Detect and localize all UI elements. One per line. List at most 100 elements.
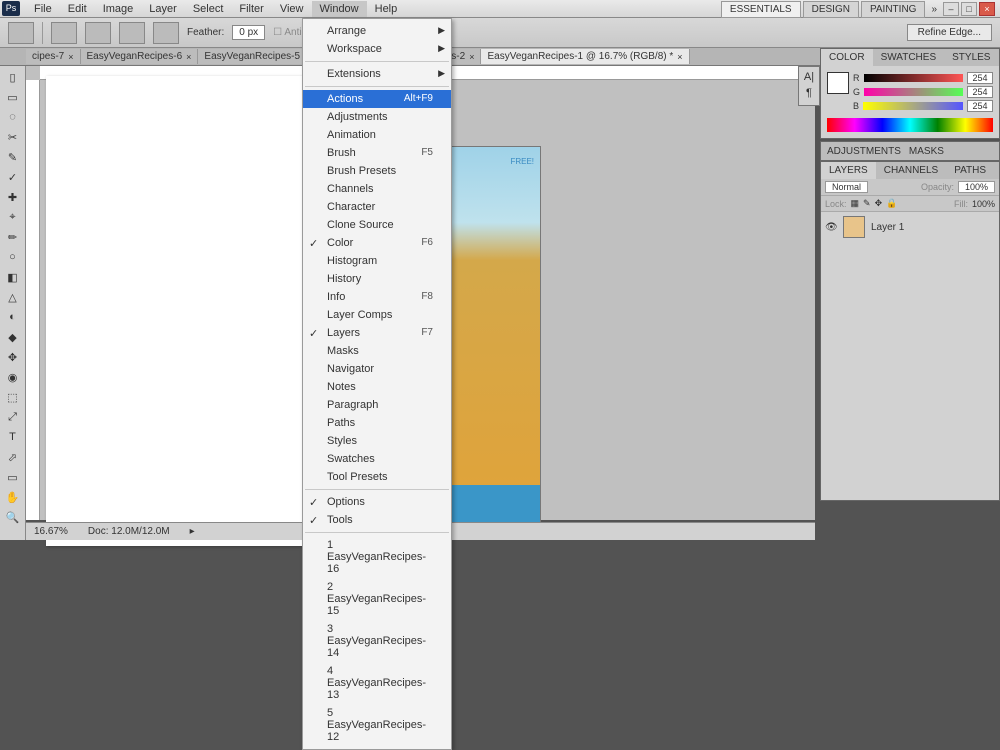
window-minimize-icon[interactable]: – xyxy=(943,2,959,16)
tool-19[interactable]: ⬀ xyxy=(3,448,23,466)
menuitem-navigator[interactable]: Navigator xyxy=(303,360,451,378)
menuitem-brush[interactable]: BrushF5 xyxy=(303,144,451,162)
menu-edit[interactable]: Edit xyxy=(60,1,95,17)
tool-12[interactable]: ◐ xyxy=(3,308,23,326)
menuitem-adjustments[interactable]: Adjustments xyxy=(303,108,451,126)
tool-3[interactable]: ✂ xyxy=(3,128,23,146)
menuitem-swatches[interactable]: Swatches xyxy=(303,450,451,468)
menuitem-character[interactable]: Character xyxy=(303,198,451,216)
tab-color[interactable]: COLOR xyxy=(821,49,873,66)
menuitem-options[interactable]: ✓Options xyxy=(303,493,451,511)
tool-1[interactable]: ▭ xyxy=(3,88,23,106)
menuitem-5-easyveganrecipes-12[interactable]: 5 EasyVeganRecipes-12 xyxy=(303,704,451,746)
visibility-icon[interactable]: 👁 xyxy=(825,222,837,233)
document-preview[interactable]: FREE! xyxy=(446,146,541,526)
lock-pixels-icon[interactable]: ✎ xyxy=(863,198,871,209)
current-tool-icon[interactable] xyxy=(8,22,34,44)
opacity-input[interactable]: 100% xyxy=(958,181,995,193)
status-more-icon[interactable]: ▸ xyxy=(190,526,195,537)
menuitem-2-easyveganrecipes-15[interactable]: 2 EasyVeganRecipes-15 xyxy=(303,578,451,620)
menuitem-histogram[interactable]: Histogram xyxy=(303,252,451,270)
menuitem-info[interactable]: InfoF8 xyxy=(303,288,451,306)
tool-6[interactable]: ✚ xyxy=(3,188,23,206)
tool-2[interactable]: ◌ xyxy=(3,108,23,126)
tool-7[interactable]: ⌖ xyxy=(3,208,23,226)
tool-16[interactable]: ⬚ xyxy=(3,388,23,406)
menu-view[interactable]: View xyxy=(272,1,312,17)
close-icon[interactable]: × xyxy=(68,52,73,62)
lock-position-icon[interactable]: ✥ xyxy=(875,198,883,209)
menuitem-workspace[interactable]: Workspace▶ xyxy=(303,40,451,58)
tool-21[interactable]: ✋ xyxy=(3,488,23,506)
marquee-add-icon[interactable] xyxy=(85,22,111,44)
tool-13[interactable]: ◆ xyxy=(3,328,23,346)
tool-11[interactable]: △ xyxy=(3,288,23,306)
menuitem-layers[interactable]: ✓LayersF7 xyxy=(303,324,451,342)
menuitem-layer-comps[interactable]: Layer Comps xyxy=(303,306,451,324)
lock-all-icon[interactable]: 🔒 xyxy=(886,198,897,209)
refine-edge-button[interactable]: Refine Edge... xyxy=(907,24,992,41)
tool-10[interactable]: ◧ xyxy=(3,268,23,286)
menuitem-3-easyveganrecipes-14[interactable]: 3 EasyVeganRecipes-14 xyxy=(303,620,451,662)
workspace-design[interactable]: DESIGN xyxy=(803,1,859,18)
menuitem-channels[interactable]: Channels xyxy=(303,180,451,198)
marquee-rect-icon[interactable] xyxy=(51,22,77,44)
paragraph-panel-icon[interactable]: ¶ xyxy=(806,87,812,99)
r-value[interactable]: 254 xyxy=(967,72,993,84)
tab-swatches[interactable]: SWATCHES xyxy=(873,49,945,66)
menu-layer[interactable]: Layer xyxy=(141,1,185,17)
close-icon[interactable]: × xyxy=(186,52,191,62)
r-slider[interactable] xyxy=(864,74,964,82)
menuitem-arrange[interactable]: Arrange▶ xyxy=(303,22,451,40)
tab-channels[interactable]: CHANNELS xyxy=(876,162,946,179)
menuitem-tool-presets[interactable]: Tool Presets xyxy=(303,468,451,486)
doc-tab[interactable]: EasyVeganRecipes-5× xyxy=(198,49,316,64)
window-close-icon[interactable]: × xyxy=(979,2,995,16)
artboard[interactable] xyxy=(46,76,316,546)
feather-input[interactable]: 0 px xyxy=(232,25,265,40)
menuitem-tools[interactable]: ✓Tools xyxy=(303,511,451,529)
tab-masks[interactable]: MASKS xyxy=(909,146,944,157)
workspace-more-icon[interactable]: » xyxy=(927,2,941,17)
doc-tab[interactable]: EasyVeganRecipes-6× xyxy=(81,49,199,64)
menuitem-1-easyveganrecipes-16[interactable]: 1 EasyVeganRecipes-16 xyxy=(303,536,451,578)
marquee-intersect-icon[interactable] xyxy=(153,22,179,44)
close-icon[interactable]: × xyxy=(469,52,474,62)
b-value[interactable]: 254 xyxy=(967,100,993,112)
zoom-level[interactable]: 16.67% xyxy=(34,526,68,537)
menuitem-paths[interactable]: Paths xyxy=(303,414,451,432)
layer-row[interactable]: 👁 Layer 1 xyxy=(821,212,999,242)
menuitem-brush-presets[interactable]: Brush Presets xyxy=(303,162,451,180)
character-panel-icon[interactable]: A| xyxy=(804,71,814,83)
menuitem-extensions[interactable]: Extensions▶ xyxy=(303,65,451,83)
marquee-sub-icon[interactable] xyxy=(119,22,145,44)
tab-styles[interactable]: STYLES xyxy=(944,49,998,66)
foreground-swatch[interactable] xyxy=(827,72,849,94)
tool-9[interactable]: ○ xyxy=(3,248,23,266)
tool-8[interactable]: ✏ xyxy=(3,228,23,246)
menuitem-history[interactable]: History xyxy=(303,270,451,288)
tool-18[interactable]: T xyxy=(3,428,23,446)
close-icon[interactable]: × xyxy=(677,52,682,62)
workspace-painting[interactable]: PAINTING xyxy=(861,1,925,18)
menuitem-notes[interactable]: Notes xyxy=(303,378,451,396)
workspace-essentials[interactable]: ESSENTIALS xyxy=(721,1,801,18)
adjustments-panel[interactable]: ADJUSTMENTS MASKS xyxy=(820,141,1000,161)
layer-thumbnail[interactable] xyxy=(843,216,865,238)
menu-window[interactable]: Window xyxy=(312,1,367,17)
menuitem-color[interactable]: ✓ColorF6 xyxy=(303,234,451,252)
fill-input[interactable]: 100% xyxy=(972,199,995,209)
tool-0[interactable]: ▯ xyxy=(3,68,23,86)
tool-17[interactable]: ⤢ xyxy=(3,408,23,426)
tool-20[interactable]: ▭ xyxy=(3,468,23,486)
tab-adjustments[interactable]: ADJUSTMENTS xyxy=(827,146,901,157)
menu-filter[interactable]: Filter xyxy=(231,1,271,17)
layer-name[interactable]: Layer 1 xyxy=(871,222,904,233)
menuitem-4-easyveganrecipes-13[interactable]: 4 EasyVeganRecipes-13 xyxy=(303,662,451,704)
menu-select[interactable]: Select xyxy=(185,1,232,17)
tool-14[interactable]: ✥ xyxy=(3,348,23,366)
menu-file[interactable]: File xyxy=(26,1,60,17)
g-value[interactable]: 254 xyxy=(967,86,993,98)
window-maximize-icon[interactable]: □ xyxy=(961,2,977,16)
menu-help[interactable]: Help xyxy=(367,1,406,17)
